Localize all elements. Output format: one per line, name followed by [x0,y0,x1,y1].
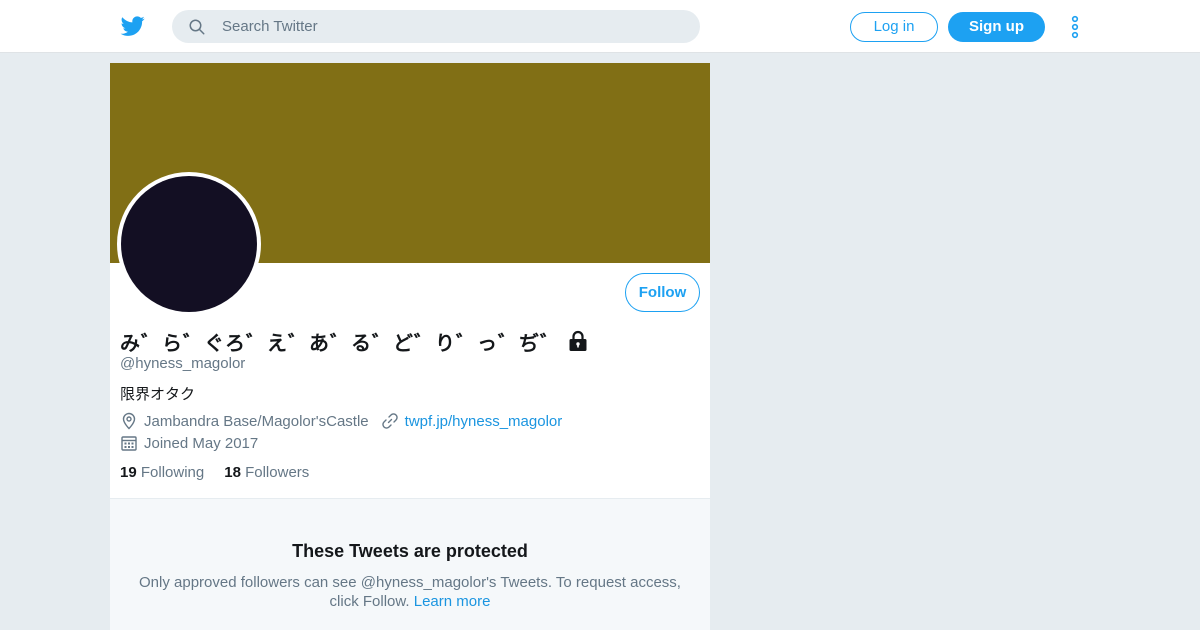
search-box[interactable] [172,10,700,43]
display-name-row: み゛ら゛ぐろ゛え゛あ゛る゛ど゛り゛っ゛ぢ゛ [120,327,589,355]
following-stat[interactable]: 19 Following [120,464,204,481]
search-input[interactable] [222,10,682,43]
profile-location: Jambandra Base/Magolor'sCastle [144,412,369,430]
following-label: Following [140,464,205,481]
protected-tweets-notice: These Tweets are protected Only approved… [110,498,710,630]
avatar[interactable] [121,176,257,312]
link-icon [381,413,398,429]
top-navigation-bar: Log in Sign up [0,0,1200,53]
profile-joined-date: Joined May 2017 [144,434,259,452]
protected-body-text: Only approved followers can see @hyness_… [139,574,681,610]
followers-stat[interactable]: 18 Followers [224,464,309,481]
sign-up-button[interactable]: Sign up [948,12,1045,42]
display-name: み゛ら゛ぐろ゛え゛あ゛る゛ど゛り゛っ゛ぢ゛ [120,330,561,355]
more-vertical-icon[interactable] [1066,14,1084,40]
followers-count: 18 [224,464,241,481]
website-group: twpf.jp/hyness_magolor [381,412,563,430]
joined-row: Joined May 2017 [120,433,258,453]
following-count: 19 [120,464,137,481]
learn-more-link[interactable]: Learn more [414,593,491,610]
avatar-frame [117,172,261,316]
location-website-row: Jambandra Base/Magolor'sCastle twpf.jp/h… [120,411,562,431]
twitter-bird-icon[interactable] [120,14,146,38]
log-in-button[interactable]: Log in [850,12,938,42]
profile-bio: 限界オタク [120,385,196,403]
profile-card: Follow み゛ら゛ぐろ゛え゛あ゛る゛ど゛り゛っ゛ぢ゛ @hyness_mag… [110,63,710,630]
profile-stats: 19 Following 18 Followers [120,464,329,481]
lock-icon [569,330,587,351]
location-pin-icon [122,412,136,430]
protected-title: These Tweets are protected [292,541,528,561]
followers-label: Followers [245,464,310,481]
protected-body: Only approved followers can see @hyness_… [130,573,690,611]
calendar-icon [121,436,137,451]
search-icon [189,19,205,35]
profile-handle[interactable]: @hyness_magolor [120,355,245,372]
follow-button[interactable]: Follow [625,273,700,312]
profile-website-link[interactable]: twpf.jp/hyness_magolor [405,413,563,430]
